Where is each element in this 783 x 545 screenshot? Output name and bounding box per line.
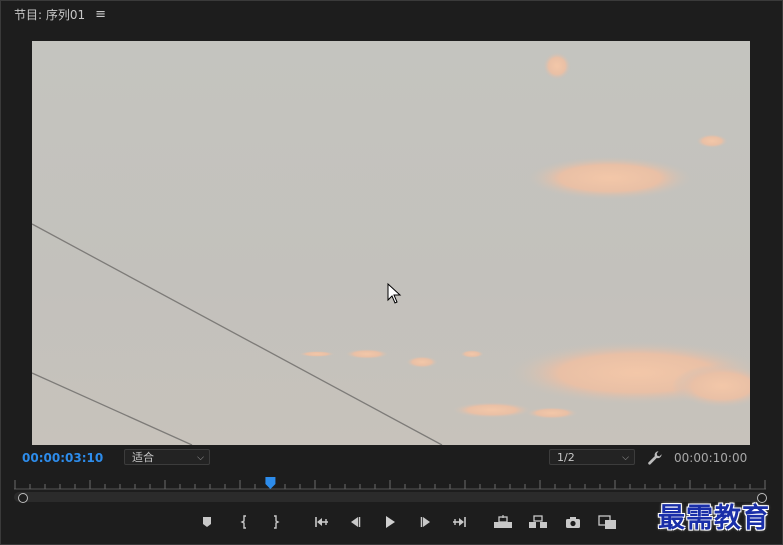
extract-button[interactable]: [527, 512, 549, 532]
step-back-icon: [351, 517, 361, 527]
go-to-in-icon: [315, 517, 328, 527]
add-marker-button[interactable]: [196, 512, 218, 532]
zoom-scrollbar-left-handle[interactable]: [18, 493, 28, 503]
mark-out-icon: [274, 515, 280, 529]
lift-icon: [494, 515, 512, 528]
time-ruler[interactable]: [14, 476, 766, 490]
zoom-fit-select[interactable]: 适合 ⌵: [124, 449, 210, 465]
extract-icon: [529, 515, 547, 528]
zoom-fit-value: 适合: [132, 451, 154, 464]
hamburger-icon[interactable]: ≡: [95, 7, 106, 22]
time-bar: 00:00:03:10 适合 ⌵ 1/2 ⌵ 00:00:10:00: [0, 447, 783, 469]
chevron-down-icon: ⌵: [197, 453, 204, 463]
mark-out-button[interactable]: [265, 512, 287, 532]
video-frame: [32, 41, 750, 445]
compare-icon: [598, 514, 616, 529]
step-forward-button[interactable]: [415, 512, 437, 532]
playhead-marker[interactable]: [265, 477, 276, 489]
chevron-down-icon: ⌵: [622, 453, 629, 463]
camera-icon: [566, 516, 580, 528]
wrench-icon[interactable]: [646, 449, 664, 467]
mark-in-button[interactable]: [233, 512, 255, 532]
resolution-value: 1/2: [557, 451, 575, 464]
play-icon: [386, 516, 395, 528]
current-timecode[interactable]: 00:00:03:10: [22, 451, 103, 465]
zoom-scrollbar[interactable]: [14, 492, 766, 502]
duration-timecode: 00:00:10:00: [674, 451, 748, 465]
step-back-button[interactable]: [344, 512, 366, 532]
panel-title[interactable]: 节目: 序列01: [14, 6, 85, 23]
resolution-select[interactable]: 1/2 ⌵: [549, 449, 635, 465]
watermark-logo: 最需教育: [658, 503, 770, 534]
compare-view-button[interactable]: [597, 512, 619, 532]
panel-header: 节目: 序列01 ≡: [0, 0, 783, 28]
go-to-out-button[interactable]: [449, 512, 471, 532]
export-frame-button[interactable]: [562, 512, 584, 532]
mark-in-icon: [240, 515, 246, 529]
play-button[interactable]: [379, 512, 401, 532]
marker-icon: [203, 517, 211, 527]
lift-button[interactable]: [492, 512, 514, 532]
program-monitor-view[interactable]: [32, 41, 750, 445]
step-forward-icon: [420, 517, 430, 527]
go-to-out-icon: [453, 517, 466, 527]
go-to-in-button[interactable]: [310, 512, 332, 532]
